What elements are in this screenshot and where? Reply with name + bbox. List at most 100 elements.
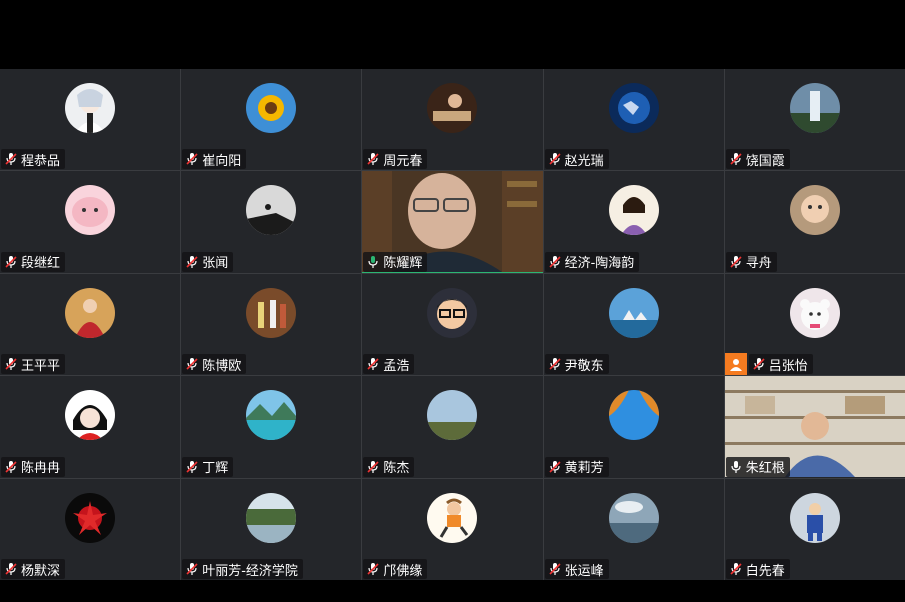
- participant-name: 白先春: [745, 563, 785, 579]
- participant-name: 陈冉冉: [21, 461, 61, 477]
- red-flower-avatar: [65, 492, 116, 543]
- mic-muted-icon[interactable]: [548, 357, 562, 371]
- piano-avatar: [427, 83, 478, 133]
- participant-name-tag: 尹敬东: [544, 354, 609, 375]
- participant-name-tag: 饶国霞: [725, 149, 790, 170]
- mic-muted-icon[interactable]: [366, 152, 380, 166]
- mic-muted-icon[interactable]: [4, 460, 18, 474]
- participant-tile[interactable]: 杨默深: [0, 478, 181, 580]
- participant-tile[interactable]: 叶丽芳-经济学院: [181, 478, 362, 580]
- participant-tile[interactable]: 周元春: [362, 69, 543, 171]
- participant-name-tag: 段继红: [1, 251, 66, 272]
- participant-name-tag: 邝佛缘: [363, 559, 428, 579]
- mic-muted-icon[interactable]: [548, 255, 562, 269]
- participant-tile[interactable]: 丁辉: [181, 376, 362, 478]
- mic-active-icon[interactable]: [366, 255, 380, 269]
- participant-name: 叶丽芳-经济学院: [202, 563, 298, 579]
- earth-night-avatar: [608, 83, 659, 133]
- participant-tile[interactable]: 经济-陶海韵: [543, 171, 724, 273]
- participant-grid: 程恭品 崔向阳 周元春 赵光瑞 饶国霞 段继红 张闻 陈耀辉 经济-陶海韵 寻舟…: [0, 69, 905, 580]
- lake-trees-avatar: [246, 492, 297, 543]
- participant-name-tag: 陈冉冉: [1, 456, 66, 477]
- mic-muted-icon[interactable]: [366, 562, 380, 576]
- participant-name: 陈耀辉: [383, 256, 423, 272]
- participant-name-tag: 张闻: [182, 251, 234, 272]
- mic-muted-icon[interactable]: [4, 562, 18, 576]
- mic-muted-icon[interactable]: [729, 152, 743, 166]
- pink-blob-avatar: [65, 185, 116, 236]
- participant-name: 朱红根: [745, 461, 785, 477]
- participant-name: 陈杰: [383, 461, 410, 477]
- mic-muted-icon[interactable]: [185, 460, 199, 474]
- participant-tile[interactable]: 黄莉芳: [543, 376, 724, 478]
- hiker-silhouette-avatar: [246, 185, 297, 236]
- participant-name-tag: 经济-陶海韵: [544, 251, 640, 272]
- participant-name-tag: 张运峰: [544, 559, 609, 579]
- cloudy-lake-avatar: [608, 492, 659, 543]
- participant-name: 王平平: [21, 358, 61, 374]
- participant-name-tag: 王平平: [1, 354, 66, 375]
- mic-muted-icon[interactable]: [4, 255, 18, 269]
- sky-field-avatar: [427, 390, 478, 441]
- cartoon-man-glasses-avatar: [427, 287, 478, 338]
- cartoon-woman-avatar: [608, 185, 659, 236]
- participant-tile[interactable]: 王平平: [0, 273, 181, 376]
- mic-muted-icon[interactable]: [4, 357, 18, 371]
- mic-muted-icon[interactable]: [366, 357, 380, 371]
- mic-muted-icon[interactable]: [185, 255, 199, 269]
- participant-tile-video[interactable]: 朱红根: [724, 376, 905, 478]
- participant-tile[interactable]: 寻舟: [724, 171, 905, 273]
- mic-muted-icon[interactable]: [185, 562, 199, 576]
- participant-tile[interactable]: 孟浩: [362, 273, 543, 376]
- participant-tile[interactable]: 赵光瑞: [543, 69, 724, 171]
- mic-muted-icon[interactable]: [729, 255, 743, 269]
- participant-name: 孟浩: [383, 358, 410, 374]
- participant-tile[interactable]: 陈博欧: [181, 273, 362, 376]
- participant-tile[interactable]: 崔向阳: [181, 69, 362, 171]
- participant-name: 黄莉芳: [564, 461, 604, 477]
- participant-name: 程恭品: [21, 153, 61, 169]
- participant-tile[interactable]: 白先春: [724, 478, 905, 580]
- participant-name-tag: 陈耀辉: [363, 251, 428, 272]
- mic-muted-icon[interactable]: [185, 357, 199, 371]
- mic-muted-icon[interactable]: [185, 152, 199, 166]
- participant-tile[interactable]: 段继红: [0, 171, 181, 273]
- mic-muted-icon[interactable]: [548, 152, 562, 166]
- mic-muted-icon[interactable]: [366, 460, 380, 474]
- participant-name-tag: 赵光瑞: [544, 149, 609, 170]
- participant-name: 经济-陶海韵: [564, 256, 635, 272]
- mic-muted-icon[interactable]: [729, 562, 743, 576]
- participant-name: 崔向阳: [202, 153, 242, 169]
- participant-tile-active-speaker[interactable]: 陈耀辉: [362, 171, 543, 273]
- mic-muted-icon[interactable]: [548, 460, 562, 474]
- participant-tile[interactable]: 张运峰: [543, 478, 724, 580]
- top-bar: [0, 0, 905, 69]
- participant-name-tag: 孟浩: [363, 354, 415, 375]
- participant-name-tag: 陈博欧: [182, 354, 247, 375]
- participant-tile[interactable]: 陈冉冉: [0, 376, 181, 478]
- participant-name-tag: 寻舟: [725, 251, 777, 272]
- participant-name-tag: 程恭品: [1, 149, 66, 170]
- participant-tile[interactable]: 尹敬东: [543, 273, 724, 376]
- participant-name-tag: 崔向阳: [182, 149, 247, 170]
- participant-tile[interactable]: 邝佛缘: [362, 478, 543, 580]
- mic-muted-icon[interactable]: [4, 152, 18, 166]
- participant-name-tag: 叶丽芳-经济学院: [182, 559, 303, 579]
- participant-name: 张闻: [202, 256, 229, 272]
- mic-muted-icon[interactable]: [752, 357, 766, 371]
- participant-tile[interactable]: 吕张怡: [724, 273, 905, 376]
- participant-tile[interactable]: 陈杰: [362, 376, 543, 478]
- participant-name-tag: 杨默深: [1, 559, 66, 579]
- mic-muted-icon[interactable]: [548, 562, 562, 576]
- participant-tile[interactable]: 张闻: [181, 171, 362, 273]
- anime-red-avatar: [65, 390, 116, 441]
- participant-name: 饶国霞: [745, 153, 785, 169]
- participant-name: 段继红: [21, 256, 61, 272]
- participant-name-tag: 丁辉: [182, 456, 234, 477]
- mic-unmuted-icon[interactable]: [729, 460, 743, 474]
- participant-tile[interactable]: 程恭品: [0, 69, 181, 171]
- participant-name: 张运峰: [564, 563, 604, 579]
- waterfall-avatar: [789, 83, 840, 133]
- participant-tile[interactable]: 饶国霞: [724, 69, 905, 171]
- participant-name: 邝佛缘: [383, 563, 423, 579]
